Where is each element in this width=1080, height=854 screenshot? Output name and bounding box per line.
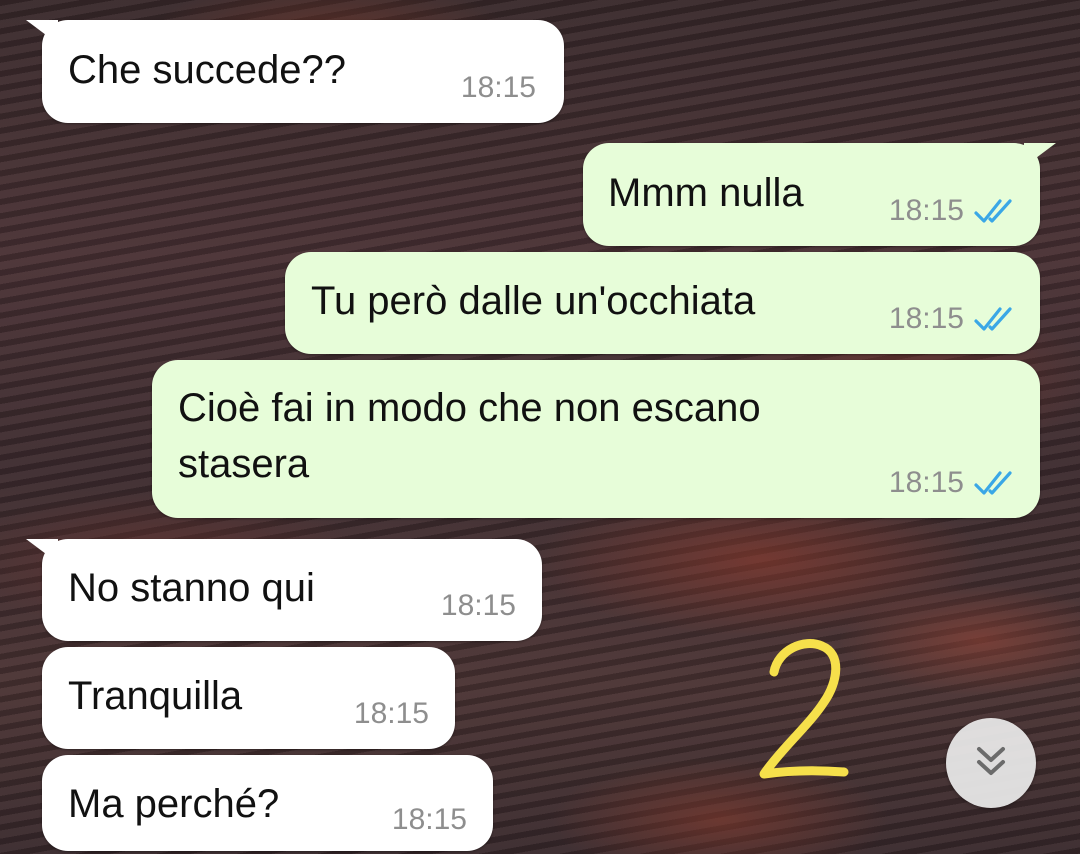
bubble-tail [26, 539, 58, 563]
message-meta: 18:15 [889, 302, 1016, 336]
message-time: 18:15 [391, 803, 467, 836]
double-check-read-icon [972, 197, 1016, 225]
bubble-tail [1024, 143, 1056, 167]
message-bubble-incoming[interactable]: Tranquilla 18:15 [42, 647, 455, 749]
scroll-to-bottom-button[interactable] [946, 718, 1036, 808]
message-time: 18:15 [888, 194, 964, 227]
message-bubble-incoming[interactable]: Ma perché? 18:15 [42, 755, 493, 851]
message-meta: 18:15 [354, 697, 429, 731]
chat-area: Che succede?? 18:15 Mmm nulla 18:15 Tu p… [0, 0, 1080, 854]
message-meta: 18:15 [889, 466, 1016, 500]
message-text: Tu però dalle un'occhiata [311, 279, 756, 323]
message-text-line-1: Cioè fai in modo che non escano [178, 386, 761, 430]
message-time: 18:15 [353, 697, 429, 730]
double-chevron-down-icon [971, 743, 1011, 784]
message-text-line-2: stasera [178, 442, 310, 486]
message-time: 18:15 [888, 466, 964, 499]
message-time: 18:15 [888, 302, 964, 335]
message-text: Ma perché? [68, 782, 280, 826]
message-text: Che succede?? [68, 48, 346, 92]
message-meta: 18:15 [889, 194, 1016, 228]
message-bubble-outgoing[interactable]: Cioè fai in modo che non escano stasera … [152, 360, 1040, 518]
message-bubble-incoming[interactable]: Che succede?? 18:15 [26, 20, 564, 123]
message-meta: 18:15 [392, 803, 467, 837]
double-check-read-icon [972, 305, 1016, 333]
message-bubble-outgoing[interactable]: Mmm nulla 18:15 [583, 143, 1056, 246]
double-check-read-icon [972, 469, 1016, 497]
annotation-number [752, 628, 862, 788]
message-bubble-incoming[interactable]: No stanno qui 18:15 [26, 539, 542, 641]
message-time: 18:15 [440, 589, 516, 622]
message-time: 18:15 [460, 71, 536, 104]
message-text: No stanno qui [68, 566, 315, 610]
bubble-tail [26, 20, 58, 44]
message-bubble-outgoing[interactable]: Tu però dalle un'occhiata 18:15 [285, 252, 1040, 354]
message-meta: 18:15 [461, 71, 536, 105]
message-meta: 18:15 [441, 589, 516, 623]
message-text: Mmm nulla [608, 171, 804, 215]
message-text: Tranquilla [68, 674, 243, 718]
